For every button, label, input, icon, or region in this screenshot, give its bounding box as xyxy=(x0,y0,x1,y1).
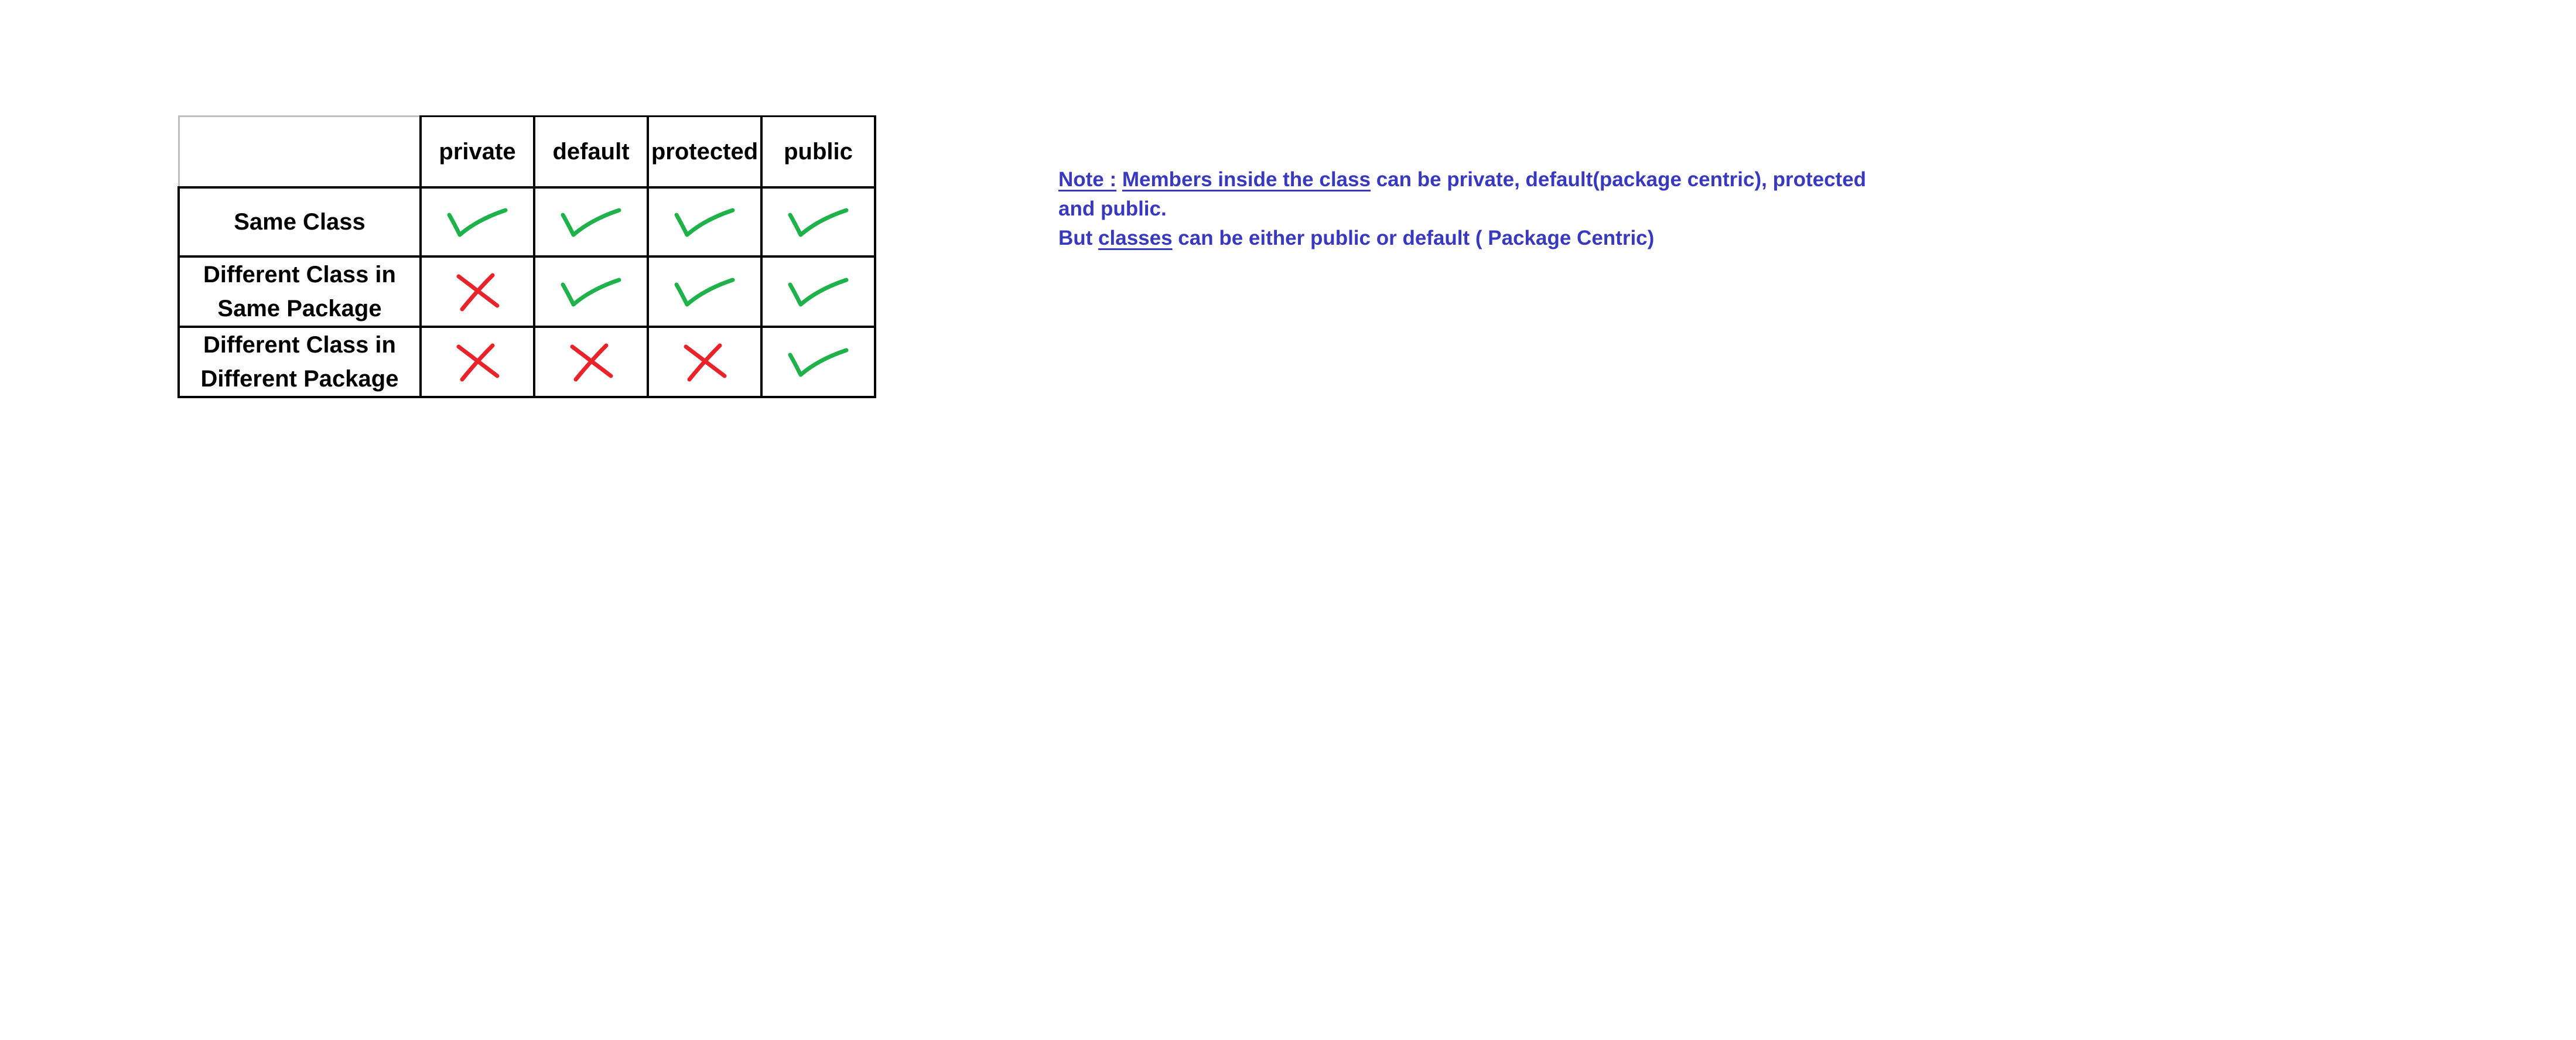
check-icon xyxy=(674,278,735,306)
column-header-private: private xyxy=(419,115,535,189)
column-header-default: default xyxy=(533,115,649,189)
access-cell xyxy=(647,325,763,398)
header-row: private default protected public xyxy=(177,115,876,189)
corner-cell xyxy=(177,115,422,189)
column-header-protected: protected xyxy=(647,115,763,189)
classes-rest: can be either public or default ( Packag… xyxy=(1172,227,1655,249)
access-cell xyxy=(533,255,649,328)
access-cell xyxy=(419,325,535,398)
but-prefix: But xyxy=(1058,227,1099,249)
cross-icon xyxy=(456,343,500,381)
check-icon xyxy=(447,208,508,237)
row-header-line: Same Class xyxy=(234,208,365,235)
note-line-classes: But classes can be either public or defa… xyxy=(1058,224,1914,253)
column-header-public: public xyxy=(760,115,876,189)
check-icon xyxy=(788,278,849,306)
row-header-different-class-same-package: Different Class in Same Package xyxy=(177,255,422,328)
table-row: Different Class in Same Package xyxy=(177,255,876,328)
cross-icon xyxy=(456,273,500,311)
check-icon xyxy=(788,348,849,377)
table-row: Different Class in Different Package xyxy=(177,325,876,398)
cross-icon xyxy=(570,343,613,381)
members-phrase: Members inside the class xyxy=(1122,168,1371,191)
cross-icon xyxy=(684,343,727,381)
table-row: Same Class xyxy=(177,186,876,258)
note-line-members: Note : Members inside the class can be p… xyxy=(1058,165,1914,224)
check-icon xyxy=(561,208,621,237)
row-header-line: Different Class in xyxy=(203,331,396,358)
check-icon xyxy=(561,278,621,306)
row-header-same-class: Same Class xyxy=(177,186,422,258)
access-cell xyxy=(419,255,535,328)
access-modifier-table: private default protected public Same Cl… xyxy=(177,115,876,398)
check-icon xyxy=(674,208,735,237)
classes-word: classes xyxy=(1098,227,1173,249)
row-header-line: Same Package xyxy=(217,295,382,321)
row-header-line: Different Class in xyxy=(203,261,396,288)
access-cell xyxy=(647,186,763,258)
access-cell xyxy=(760,186,876,258)
access-cell xyxy=(760,255,876,328)
members-rest: can be private, default(package centric)… xyxy=(1370,168,1867,191)
access-cell xyxy=(760,325,876,398)
note-text: Note : Members inside the class can be p… xyxy=(1058,165,1914,253)
members-rest-2: and public. xyxy=(1058,197,1167,220)
note-label: Note : xyxy=(1058,168,1117,191)
access-cell xyxy=(533,186,649,258)
row-header-line: Different Package xyxy=(200,365,399,392)
check-icon xyxy=(788,208,849,237)
access-cell xyxy=(533,325,649,398)
access-cell xyxy=(419,186,535,258)
access-cell xyxy=(647,255,763,328)
row-header-different-class-different-package: Different Class in Different Package xyxy=(177,325,422,398)
